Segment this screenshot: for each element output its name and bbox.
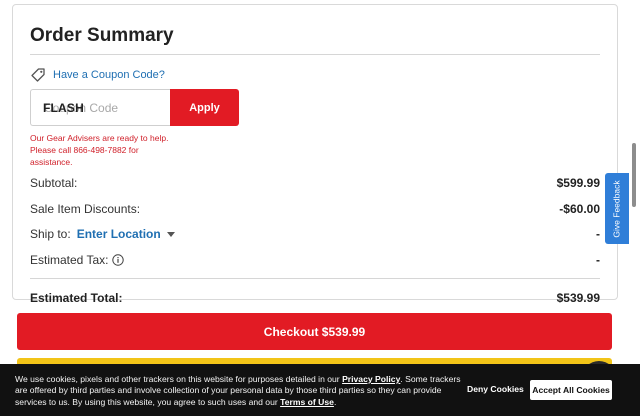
give-feedback-label: Give Feedback <box>612 179 623 238</box>
cookie-text-part-3: . <box>333 396 337 407</box>
tax-group: Estimated Tax: <box>30 253 125 267</box>
cookie-banner-text: We use cookies, pixels and other tracker… <box>15 374 461 408</box>
discount-row: Sale Item Discounts: -$60.00 <box>30 202 600 216</box>
ship-to-row: Ship to: Enter Location - <box>30 227 600 241</box>
tax-label: Estimated Tax: <box>30 253 109 267</box>
cookie-text-part-1: We use cookies, pixels and other tracker… <box>15 374 343 384</box>
privacy-policy-link[interactable]: Privacy Policy <box>342 374 400 384</box>
total-divider <box>30 278 600 279</box>
discount-value: -$60.00 <box>559 202 600 216</box>
subtotal-value: $599.99 <box>556 176 600 190</box>
accept-all-cookies-button[interactable]: Accept All Cookies <box>530 380 612 400</box>
coupon-toggle-label[interactable]: Have a Coupon Code? <box>53 69 165 81</box>
title-divider <box>30 54 600 55</box>
apply-coupon-button[interactable]: Apply <box>170 89 239 126</box>
ship-to-group: Ship to: Enter Location <box>30 227 175 241</box>
discount-label: Sale Item Discounts: <box>30 202 141 216</box>
subtotal-label: Subtotal: <box>30 176 78 190</box>
coupon-form: Coupon Code FLASH Apply <box>30 89 239 126</box>
info-icon[interactable] <box>112 254 125 266</box>
coupon-toggle[interactable]: Have a Coupon Code? <box>30 67 165 83</box>
ship-to-label: Ship to: <box>30 227 71 241</box>
enter-location-link[interactable]: Enter Location <box>77 227 161 241</box>
coupon-code-input[interactable]: Coupon Code FLASH <box>30 89 170 126</box>
tag-icon <box>31 68 45 82</box>
ship-to-value: - <box>596 227 600 241</box>
tax-row: Estimated Tax: - <box>30 253 600 267</box>
deny-cookies-button[interactable]: Deny Cookies <box>467 384 524 394</box>
coupon-typed-value: FLASH <box>43 101 84 115</box>
tax-value: - <box>596 253 600 267</box>
give-feedback-tab[interactable]: Give Feedback <box>605 173 629 244</box>
total-value: $539.99 <box>556 291 600 305</box>
order-summary-card: Order Summary Have a Coupon Code? Coupon… <box>12 4 618 305</box>
scrollbar-thumb[interactable] <box>632 143 636 207</box>
caret-down-icon[interactable] <box>166 231 175 237</box>
subtotal-row: Subtotal: $599.99 <box>30 176 600 190</box>
total-row: Estimated Total: $539.99 <box>30 291 600 305</box>
coupon-error-message: Our Gear Advisers are ready to help. Ple… <box>30 133 169 167</box>
order-summary-title: Order Summary <box>30 25 174 46</box>
total-label: Estimated Total: <box>30 291 123 305</box>
checkout-button[interactable]: Checkout $539.99 <box>17 313 612 350</box>
terms-of-use-link[interactable]: Terms of Use <box>280 397 334 407</box>
